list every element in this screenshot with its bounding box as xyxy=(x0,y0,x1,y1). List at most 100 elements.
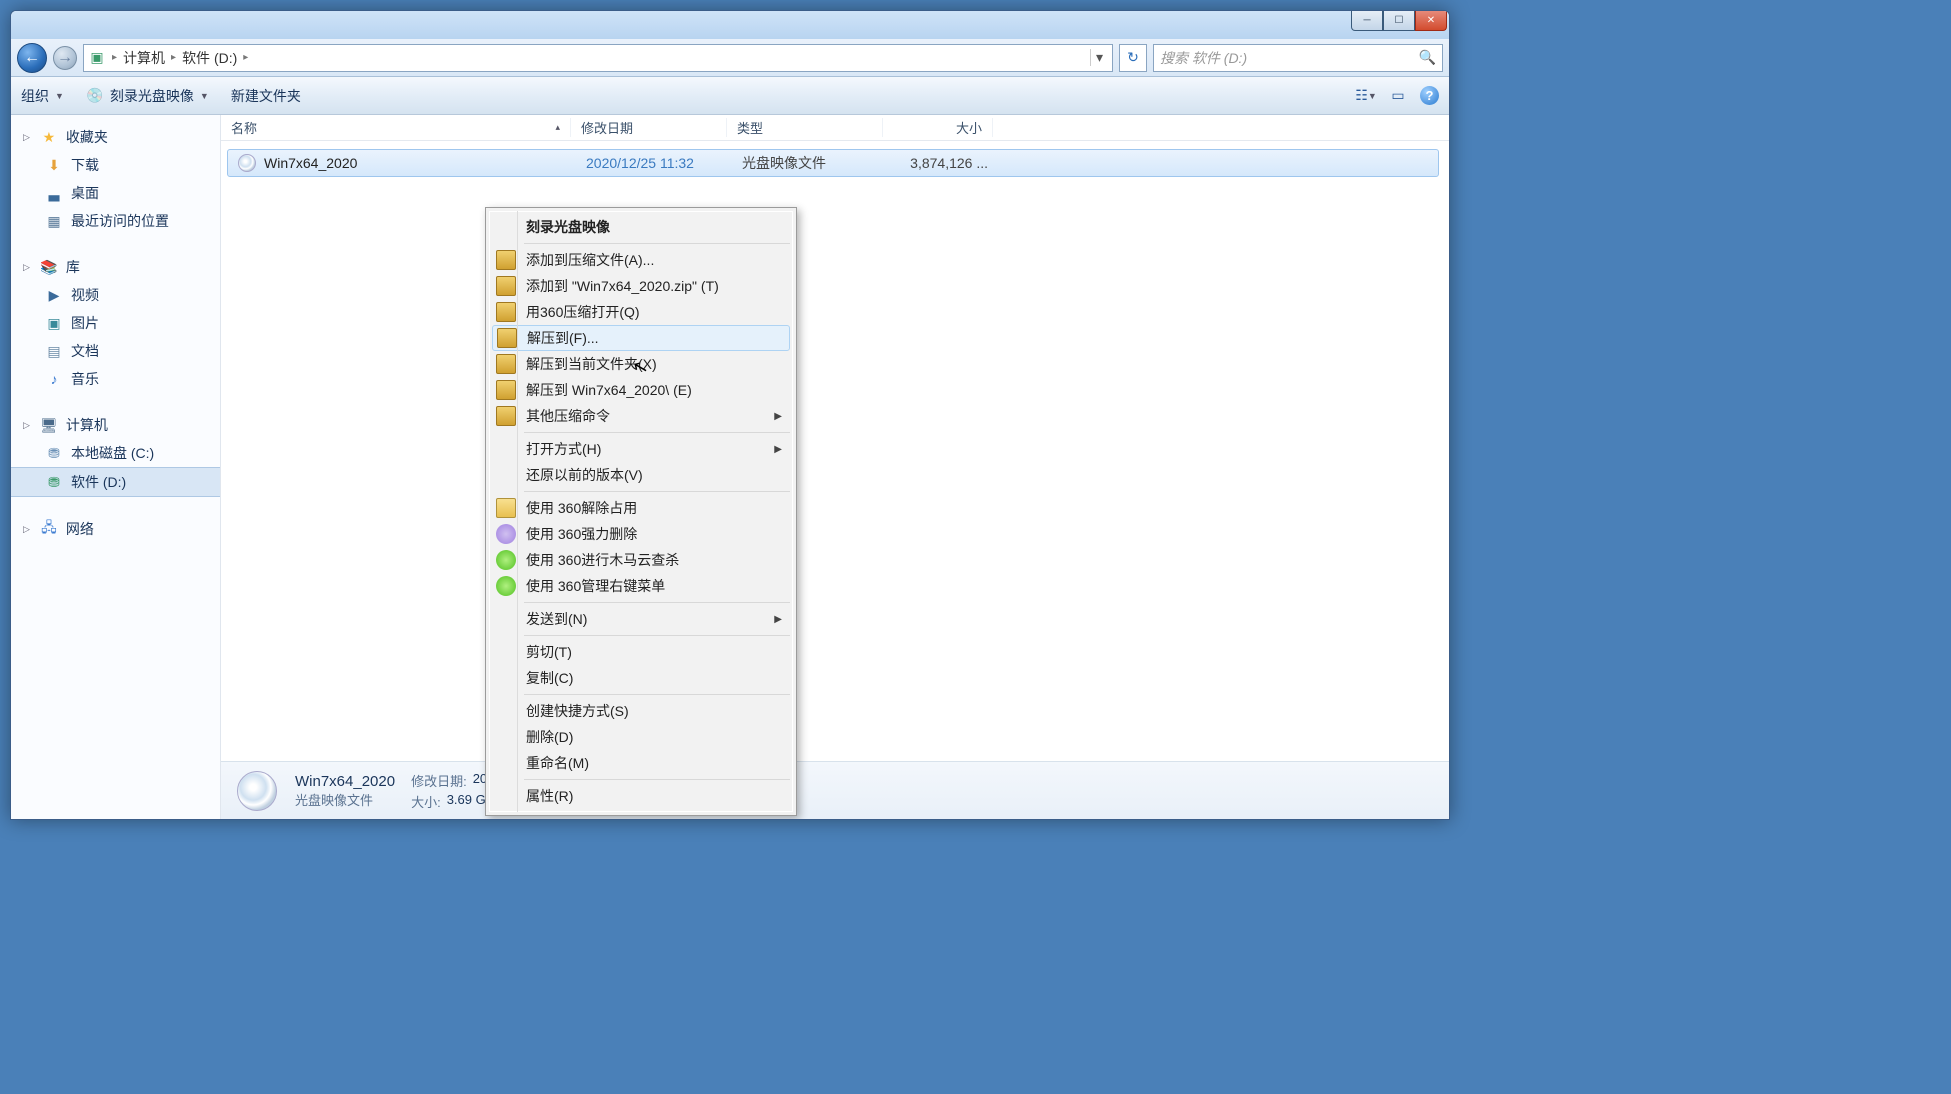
details-filetype: 光盘映像文件 xyxy=(295,790,395,809)
organize-button[interactable]: 组织▼ xyxy=(21,86,64,106)
file-row[interactable]: Win7x64_2020 2020/12/25 11:32 光盘映像文件 3,8… xyxy=(227,149,1439,177)
column-type[interactable]: 类型 xyxy=(727,118,883,137)
search-icon: 🔍 xyxy=(1419,49,1436,66)
sidebar-libraries-head[interactable]: ▷📚库 xyxy=(11,253,220,281)
network-icon: 🖧 xyxy=(40,520,58,538)
ctx-add-to-archive[interactable]: 添加到压缩文件(A)... xyxy=(490,247,792,273)
ctx-add-to-zip[interactable]: 添加到 "Win7x64_2020.zip" (T) xyxy=(490,273,792,299)
sidebar-item-downloads[interactable]: ⬇下载 xyxy=(11,151,220,179)
chevron-icon: ▸ xyxy=(112,52,117,63)
maximize-button[interactable]: ☐ xyxy=(1383,11,1415,31)
ctx-properties[interactable]: 属性(R) xyxy=(490,783,792,809)
file-list: Win7x64_2020 2020/12/25 11:32 光盘映像文件 3,8… xyxy=(221,141,1449,185)
sidebar-favorites-head[interactable]: ▷★收藏夹 xyxy=(11,123,220,151)
scan-icon xyxy=(496,550,516,570)
ctx-extract-folder[interactable]: 解压到 Win7x64_2020\ (E) xyxy=(490,377,792,403)
sidebar-item-documents[interactable]: ▤文档 xyxy=(11,337,220,365)
column-size[interactable]: 大小 xyxy=(883,118,993,137)
ctx-open-360zip[interactable]: 用360压缩打开(Q) xyxy=(490,299,792,325)
chevron-right-icon: ▶ xyxy=(774,614,782,625)
details-date-label: 修改日期: xyxy=(411,771,467,790)
archive-icon xyxy=(496,302,516,322)
minimize-button[interactable]: ─ xyxy=(1351,11,1383,31)
ctx-create-shortcut[interactable]: 创建快捷方式(S) xyxy=(490,698,792,724)
ctx-open-with[interactable]: 打开方式(H)▶ xyxy=(490,436,792,462)
ctx-extract-here[interactable]: 解压到当前文件夹(X) xyxy=(490,351,792,377)
sidebar-item-videos[interactable]: ▶视频 xyxy=(11,281,220,309)
music-icon: ♪ xyxy=(45,370,63,388)
details-pane: Win7x64_2020 光盘映像文件 修改日期:2020/12/25 11:3… xyxy=(221,761,1449,819)
address-bar[interactable]: ▣ ▸ 计算机 ▸ 软件 (D:) ▸ ▾ xyxy=(83,44,1113,72)
library-icon: 📚 xyxy=(40,258,58,276)
ctx-other-compress[interactable]: 其他压缩命令▶ xyxy=(490,403,792,429)
file-date: 2020/12/25 11:32 xyxy=(576,155,732,171)
breadcrumb-computer[interactable]: 计算机 xyxy=(123,48,165,68)
document-icon: ▤ xyxy=(45,342,63,360)
desktop-icon: ▃ xyxy=(45,184,63,202)
search-input[interactable]: 搜索 软件 (D:) 🔍 xyxy=(1153,44,1443,72)
close-button[interactable]: ✕ xyxy=(1415,11,1447,31)
ctx-extract-to[interactable]: 解压到(F)... xyxy=(492,325,790,351)
search-placeholder: 搜索 软件 (D:) xyxy=(1160,48,1247,68)
disc-icon: 💿 xyxy=(86,87,104,105)
ctx-rename[interactable]: 重命名(M) xyxy=(490,750,792,776)
forward-button[interactable]: → xyxy=(53,46,77,70)
picture-icon: ▣ xyxy=(45,314,63,332)
video-icon: ▶ xyxy=(45,286,63,304)
sidebar-item-pictures[interactable]: ▣图片 xyxy=(11,309,220,337)
download-icon: ⬇ xyxy=(45,156,63,174)
disc-icon xyxy=(238,154,256,172)
drive-icon: ⛃ xyxy=(45,444,63,462)
computer-icon: 🖥 xyxy=(40,416,58,434)
preview-pane-button[interactable]: ▭ xyxy=(1388,86,1408,106)
ctx-restore-versions[interactable]: 还原以前的版本(V) xyxy=(490,462,792,488)
context-menu: 刻录光盘映像 添加到压缩文件(A)... 添加到 "Win7x64_2020.z… xyxy=(485,207,797,816)
sidebar-item-recent[interactable]: ▦最近访问的位置 xyxy=(11,207,220,235)
ctx-360-unlock[interactable]: 使用 360解除占用 xyxy=(490,495,792,521)
ctx-360-menu[interactable]: 使用 360管理右键菜单 xyxy=(490,573,792,599)
content-pane: 名称▴ 修改日期 类型 大小 Win7x64_2020 2020/12/25 1… xyxy=(221,115,1449,819)
nav-bar: ← → ▣ ▸ 计算机 ▸ 软件 (D:) ▸ ▾ ↻ 搜索 软件 (D:) 🔍 xyxy=(11,39,1449,77)
address-dropdown[interactable]: ▾ xyxy=(1090,49,1108,66)
new-folder-button[interactable]: 新建文件夹 xyxy=(231,86,301,106)
drive-icon: ▣ xyxy=(88,49,106,67)
view-options-button[interactable]: ☷ ▼ xyxy=(1356,86,1376,106)
sidebar-item-desktop[interactable]: ▃桌面 xyxy=(11,179,220,207)
sort-indicator-icon: ▴ xyxy=(555,122,560,133)
archive-icon xyxy=(496,276,516,296)
chevron-icon: ▸ xyxy=(243,52,248,63)
archive-icon xyxy=(497,328,517,348)
column-date[interactable]: 修改日期 xyxy=(571,118,727,137)
chevron-right-icon: ▶ xyxy=(774,411,782,422)
sidebar-network-head[interactable]: ▷🖧网络 xyxy=(11,515,220,543)
help-button[interactable]: ? xyxy=(1420,86,1439,105)
ctx-cut[interactable]: 剪切(T) xyxy=(490,639,792,665)
ctx-360-scan[interactable]: 使用 360进行木马云查杀 xyxy=(490,547,792,573)
sidebar-item-softd[interactable]: ⛃软件 (D:) xyxy=(11,467,220,497)
toolbar: 组织▼ 💿 刻录光盘映像▼ 新建文件夹 ☷ ▼ ▭ ? xyxy=(11,77,1449,115)
ctx-copy[interactable]: 复制(C) xyxy=(490,665,792,691)
ctx-delete[interactable]: 删除(D) xyxy=(490,724,792,750)
ctx-send-to[interactable]: 发送到(N)▶ xyxy=(490,606,792,632)
ctx-360-force-delete[interactable]: 使用 360强力删除 xyxy=(490,521,792,547)
column-name[interactable]: 名称▴ xyxy=(221,118,571,137)
breadcrumb-folder[interactable]: 软件 (D:) xyxy=(182,48,237,68)
recent-icon: ▦ xyxy=(45,212,63,230)
file-type: 光盘映像文件 xyxy=(732,153,888,173)
menu-icon xyxy=(496,576,516,596)
sidebar-computer-head[interactable]: ▷🖥计算机 xyxy=(11,411,220,439)
ctx-burn-image[interactable]: 刻录光盘映像 xyxy=(490,214,792,240)
burn-button[interactable]: 💿 刻录光盘映像▼ xyxy=(86,86,209,106)
back-button[interactable]: ← xyxy=(17,43,47,73)
column-headers: 名称▴ 修改日期 类型 大小 xyxy=(221,115,1449,141)
delete-icon xyxy=(496,524,516,544)
details-filename: Win7x64_2020 xyxy=(295,773,395,790)
file-size: 3,874,126 ... xyxy=(888,155,998,171)
archive-icon xyxy=(496,250,516,270)
chevron-icon: ▸ xyxy=(171,52,176,63)
unlock-icon xyxy=(496,498,516,518)
refresh-button[interactable]: ↻ xyxy=(1119,44,1147,72)
archive-icon xyxy=(496,354,516,374)
sidebar-item-music[interactable]: ♪音乐 xyxy=(11,365,220,393)
sidebar-item-localc[interactable]: ⛃本地磁盘 (C:) xyxy=(11,439,220,467)
